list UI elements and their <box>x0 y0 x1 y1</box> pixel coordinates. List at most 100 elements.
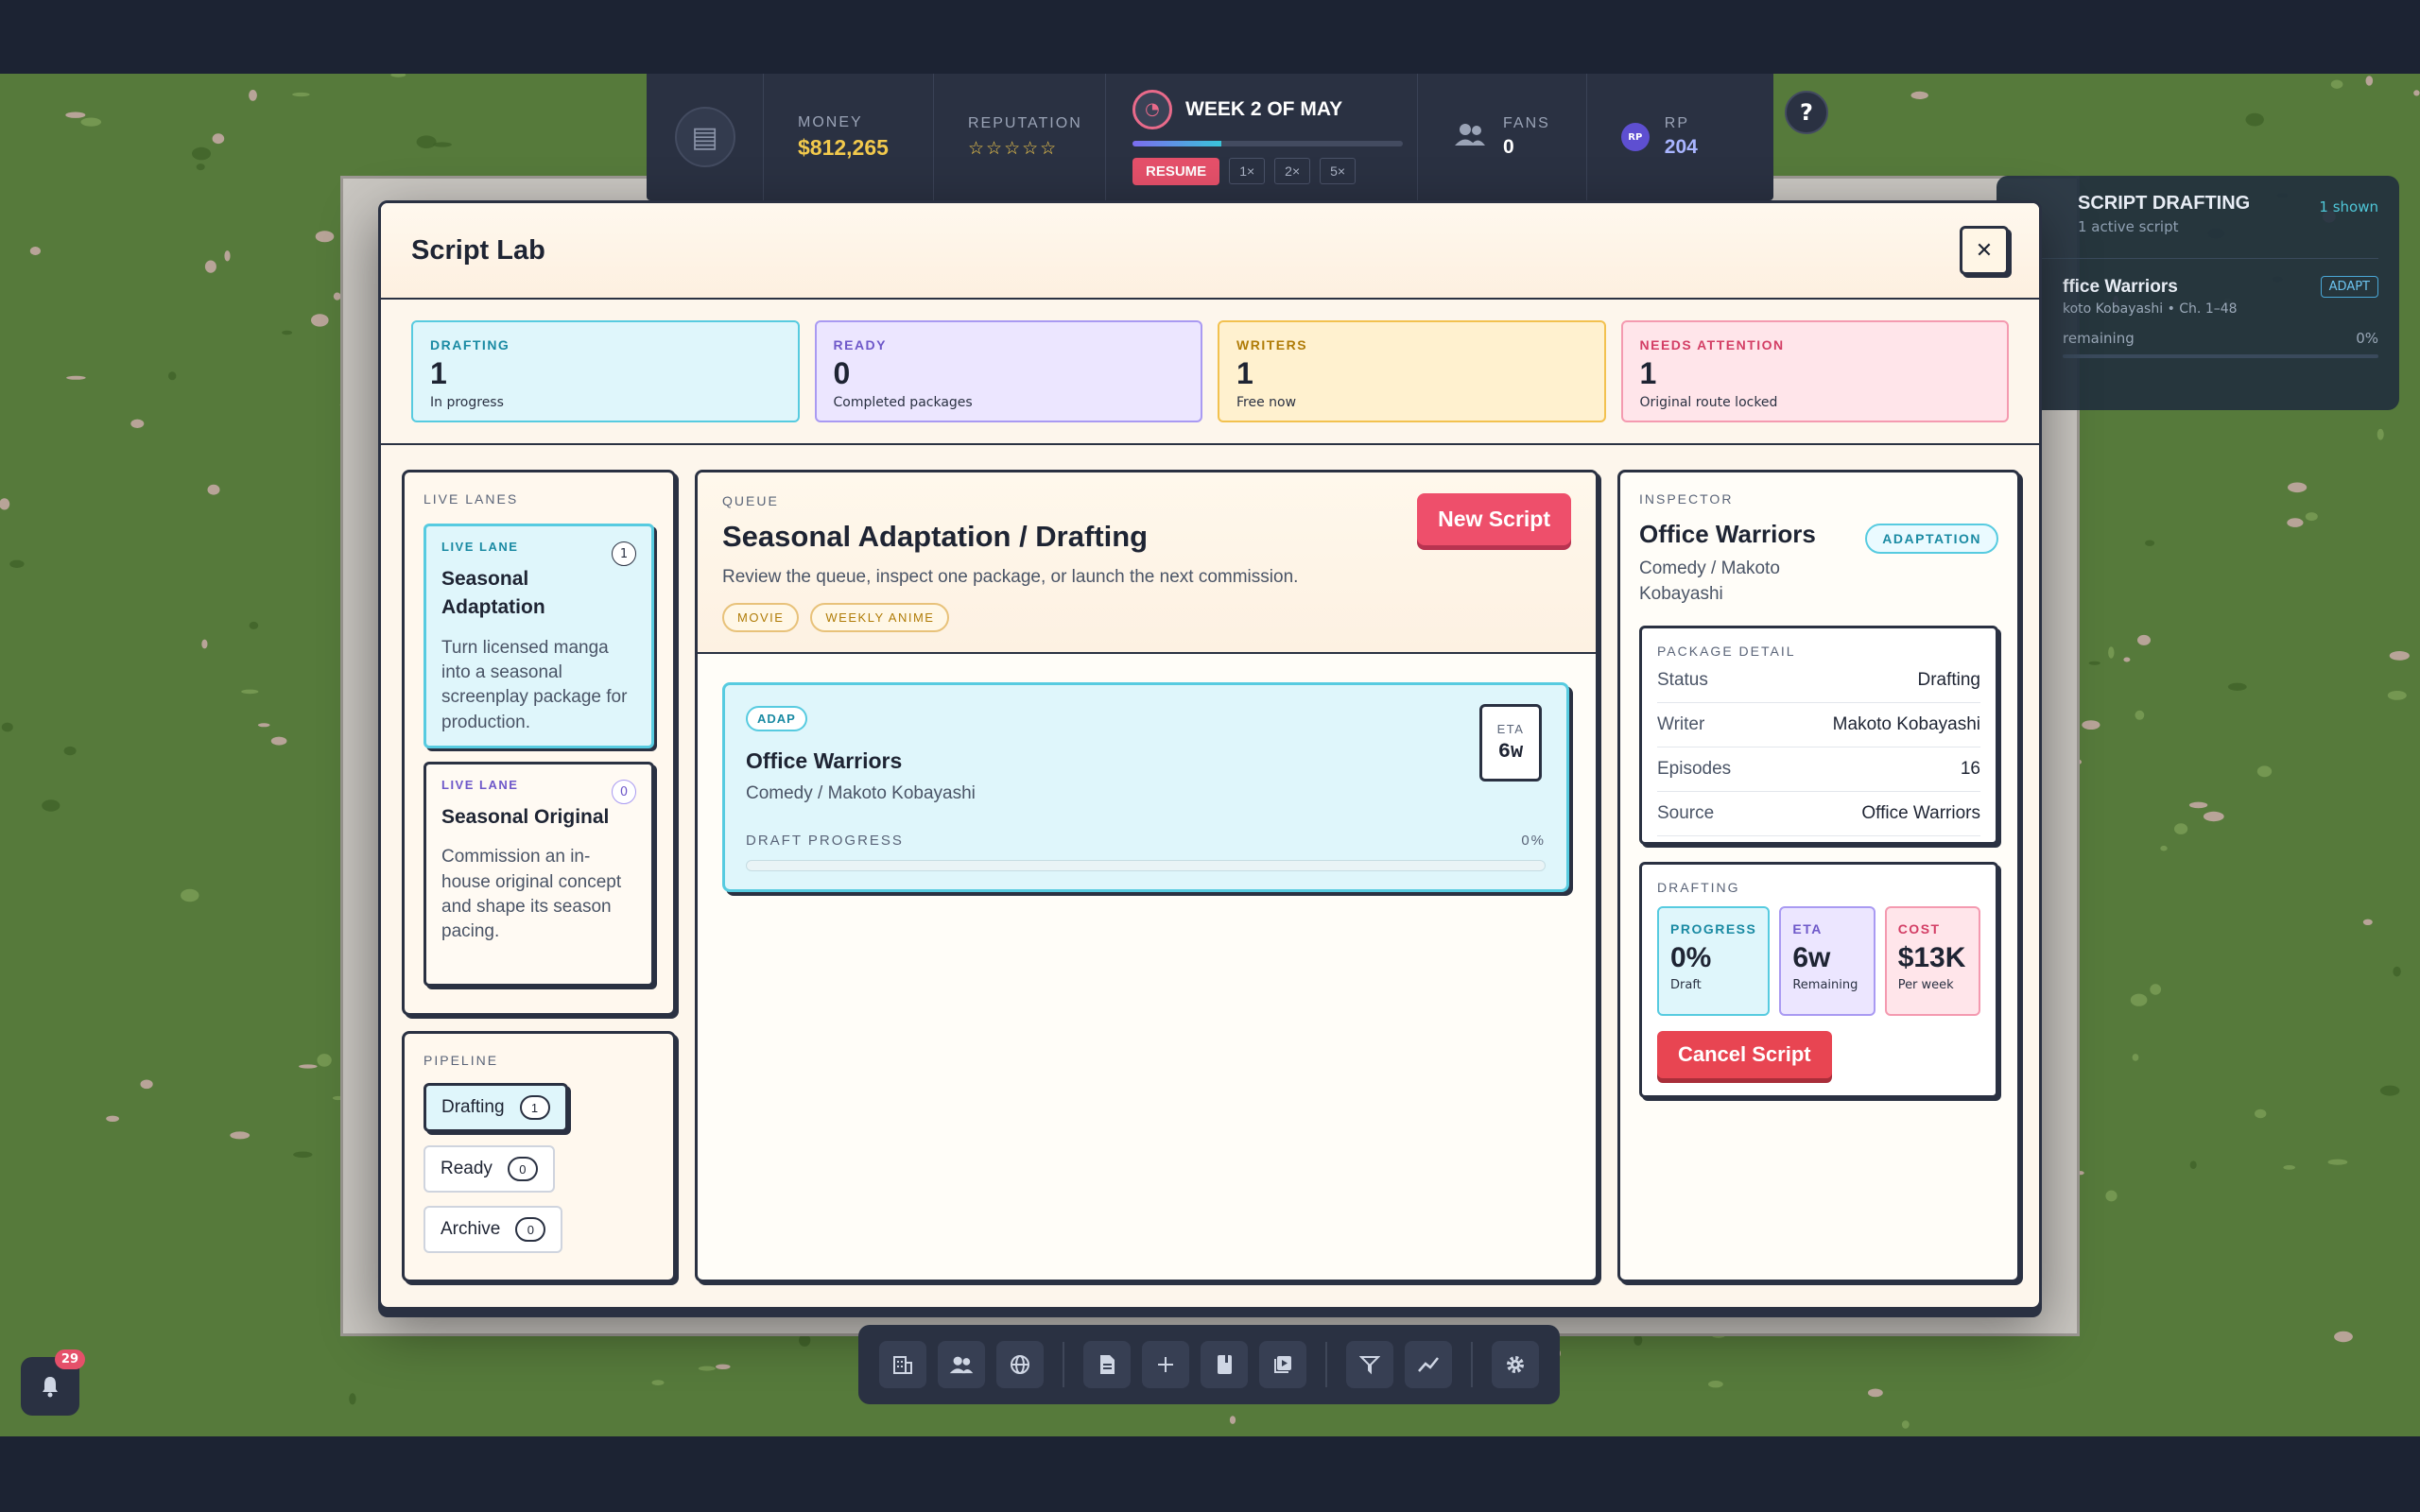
stat-sub: In progress <box>430 395 504 410</box>
chart-icon[interactable] <box>1405 1341 1452 1388</box>
grass-blossom <box>311 314 329 327</box>
grass-blossom <box>2145 540 2155 546</box>
notifications-button[interactable]: 29 <box>21 1349 85 1416</box>
grass-blossom <box>130 419 145 428</box>
filter-icon[interactable] <box>1346 1341 1393 1388</box>
detail-value: 16 <box>1960 759 1980 780</box>
grass-blossom <box>80 117 102 127</box>
stat-label: NEEDS ATTENTION <box>1639 337 1785 352</box>
studio-logo[interactable]: ▤ <box>647 74 764 200</box>
inspector-title: Office Warriors <box>1639 520 1816 548</box>
package-detail-label: PACKAGE DETAIL <box>1657 644 1796 660</box>
new-script-button[interactable]: New Script <box>1417 493 1571 545</box>
book-icon[interactable] <box>1201 1341 1248 1388</box>
rp-label: RP <box>1664 115 1690 131</box>
mini-sub: Remaining <box>1792 978 1858 993</box>
side-item-title: ffice Warriors <box>2063 276 2178 297</box>
grass-blossom <box>292 92 310 97</box>
resume-button[interactable]: RESUME <box>1132 157 1220 185</box>
grass-blossom <box>2288 482 2308 493</box>
lane-tag: LIVE LANE <box>441 540 519 554</box>
lane-title: Seasonal Original <box>441 806 610 828</box>
script-card-office-warriors[interactable]: ADAP Office Warriors Comedy / Makoto Kob… <box>722 682 1569 892</box>
mini-value: $13K <box>1897 942 1966 974</box>
eta-label: ETA <box>1496 722 1525 736</box>
document-icon[interactable] <box>1083 1341 1131 1388</box>
mini-sub: Draft <box>1670 978 1702 993</box>
side-panel-item[interactable]: ffice Warriors ADAPT koto Kobayashi • Ch… <box>2017 258 2378 358</box>
queue-description: Review the queue, inspect one package, o… <box>722 567 1299 587</box>
rp-badge-icon: RP <box>1620 123 1650 151</box>
close-button[interactable]: ✕ <box>1960 226 2009 275</box>
grass-blossom <box>651 1380 665 1385</box>
grass-blossom <box>1229 1416 1236 1424</box>
stat-writers: WRITERS 1 Free now <box>1218 320 1606 422</box>
grass-blossom <box>2150 984 2162 995</box>
filter-chip-movie[interactable]: MOVIE <box>722 603 800 632</box>
stat-needs-attention: NEEDS ATTENTION 1 Original route locked <box>1620 320 2009 422</box>
people-icon[interactable] <box>938 1341 985 1388</box>
drafting-box: DRAFTING PROGRESS 0% Draft ETA 6w Remain… <box>1639 862 1998 1099</box>
inspector-type-chip: ADAPTATION <box>1865 524 1998 554</box>
fans-value: 0 <box>1503 136 1514 158</box>
mini-label: PROGRESS <box>1670 921 1757 937</box>
mini-label: COST <box>1897 921 1941 937</box>
gear-icon[interactable] <box>1492 1341 1539 1388</box>
grass-blossom <box>2283 1165 2295 1170</box>
grass-blossom <box>2123 657 2131 662</box>
grass-blossom <box>698 1366 716 1371</box>
speed-2x-button[interactable]: 2× <box>1274 158 1311 184</box>
side-panel-count: 1 shown <box>2319 198 2378 215</box>
globe-icon[interactable] <box>996 1341 1044 1388</box>
lane-seasonal-original[interactable]: LIVE LANE 0 Seasonal Original Commission… <box>424 762 654 987</box>
speed-5x-button[interactable]: 5× <box>1320 158 1357 184</box>
detail-row-source: Source Office Warriors <box>1657 792 1980 837</box>
week-progress-bar <box>1132 140 1403 146</box>
grass-blossom <box>224 250 231 262</box>
grass-blossom <box>2174 823 2188 834</box>
grass-blossom <box>2227 682 2247 691</box>
grass-blossom <box>2245 112 2264 127</box>
stat-drafting: DRAFTING 1 In progress <box>411 320 800 422</box>
toolbar-separator <box>1063 1342 1064 1387</box>
grass-blossom <box>2362 919 2373 925</box>
grass-blossom <box>390 74 406 77</box>
grass-blossom <box>241 689 259 695</box>
grass-blossom <box>2365 76 2374 86</box>
script-drafting-panel: SCRIPT DRAFTING 1 active script 1 shown … <box>1996 176 2399 410</box>
grass-blossom <box>196 163 205 171</box>
pipeline-drafting-button[interactable]: Drafting 1 <box>424 1083 568 1132</box>
pipeline-archive-button[interactable]: Archive 0 <box>424 1206 563 1253</box>
grass-blossom <box>315 231 335 243</box>
side-item-meta: koto Kobayashi • Ch. 1–48 <box>2063 301 2238 317</box>
grass-blossom <box>2305 512 2318 522</box>
grass-blossom <box>2327 1159 2348 1165</box>
grass-blossom <box>270 736 287 746</box>
mini-cost: COST $13K Per week <box>1884 906 1981 1017</box>
pipeline-label: PIPELINE <box>424 1053 499 1068</box>
grass-blossom <box>2334 1331 2353 1343</box>
grass-blossom <box>66 375 86 380</box>
top-hud: ▤ MONEY $812,265 REPUTATION ☆☆☆☆☆ ◔ WEEK… <box>647 74 1773 200</box>
grass-blossom <box>106 1115 119 1123</box>
cancel-script-button[interactable]: Cancel Script <box>1657 1031 1832 1079</box>
grass-blossom <box>2393 966 2401 977</box>
building-icon[interactable] <box>879 1341 926 1388</box>
lane-seasonal-adaptation[interactable]: LIVE LANE 1 Seasonal Adaptation Turn lic… <box>424 524 654 748</box>
speed-1x-button[interactable]: 1× <box>1229 158 1266 184</box>
stat-sub: Free now <box>1236 395 1297 410</box>
grass-blossom <box>63 746 77 756</box>
reputation-stars: ☆☆☆☆☆ <box>968 138 1059 159</box>
inspector-subtitle: Comedy / Makoto Kobayashi <box>1639 558 1780 604</box>
stat-value: 1 <box>1639 356 1657 390</box>
help-button[interactable]: ? <box>1785 91 1828 134</box>
grass-blossom <box>2088 661 2100 665</box>
media-icon[interactable] <box>1259 1341 1306 1388</box>
modal-title: Script Lab <box>411 234 545 266</box>
pipeline-ready-button[interactable]: Ready 0 <box>424 1145 555 1193</box>
plus-icon[interactable] <box>1142 1341 1189 1388</box>
side-panel-title: SCRIPT DRAFTING <box>2078 193 2251 214</box>
pipeline-count-badge: 0 <box>507 1157 538 1181</box>
filter-chip-weekly-anime[interactable]: WEEKLY ANIME <box>810 603 950 632</box>
grass-blossom <box>2160 845 2168 851</box>
